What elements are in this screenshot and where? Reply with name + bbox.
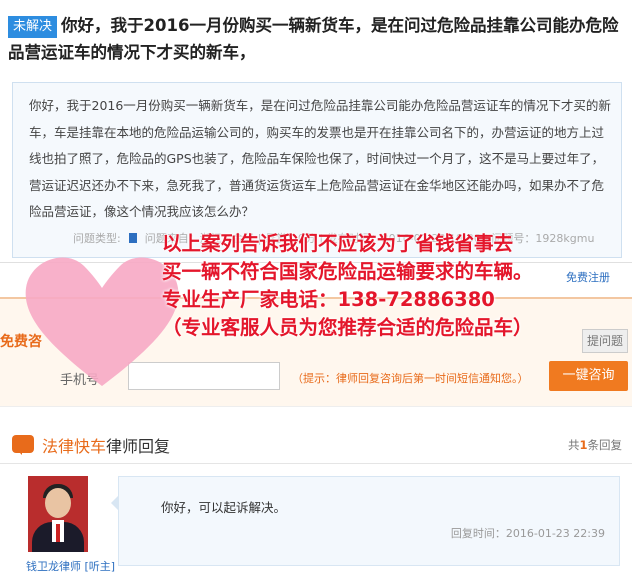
one-click-consult-button[interactable]: 一键咨询 bbox=[549, 361, 628, 391]
avatar-tie bbox=[56, 524, 60, 542]
question-type-icon bbox=[128, 233, 137, 243]
reply-time: 回复时间：2016-01-23 22:39 bbox=[450, 527, 605, 540]
question-type-label: 问题类型: bbox=[73, 232, 121, 245]
chat-bubble-icon bbox=[12, 435, 34, 455]
status-badge: 未解决 bbox=[8, 16, 58, 38]
answers-header: 法律快车律师回复 共1条回复 bbox=[0, 425, 632, 464]
avatar[interactable] bbox=[28, 476, 88, 552]
question-body: 你好，我于2016一月份购买一辆新货车，是在问过危险品挂靠公司能办危险品营运证车… bbox=[29, 98, 611, 219]
answers-count-suffix: 条回复 bbox=[587, 438, 623, 452]
ad-overlay: 以上案列告诉我们不应该为了省钱省事去 买一辆不符合国家危险品运输要求的车辆。 专… bbox=[162, 230, 632, 342]
question-title-text: 你好，我于2016一月份购买一辆新货车，是在问过危险品挂靠公司能办危险品营运证车… bbox=[8, 16, 619, 62]
ad-line-3: 专业生产厂家电话：138-72886380 bbox=[162, 288, 495, 311]
answers-title: 法律快车律师回复 bbox=[42, 433, 170, 457]
phone-tip: （提示：律师回复咨询后第一时间短信通知您。） bbox=[292, 372, 529, 385]
question-title: 未解决 你好，我于2016一月份购买一辆新货车，是在问过危险品挂靠公司能办危险品营… bbox=[8, 12, 628, 66]
answers-count-number: 1 bbox=[579, 438, 588, 452]
reply-box: 你好，可以起诉解决。 回复时间：2016-01-23 22:39 bbox=[111, 476, 620, 566]
ad-line-1: 以上案列告诉我们不应该为了省钱省事去 bbox=[162, 232, 514, 255]
heart-icon bbox=[25, 257, 179, 386]
answers-count-prefix: 共 bbox=[567, 438, 580, 452]
ad-line-2: 买一辆不符合国家危险品运输要求的车辆。 bbox=[162, 260, 533, 283]
answers-count: 共1条回复 bbox=[568, 437, 622, 453]
lawyer-name[interactable]: 钱卫龙律师 [听主] bbox=[26, 558, 115, 574]
reply-text: 你好，可以起诉解决。 bbox=[161, 500, 287, 515]
ad-line-4: （专业客服人员为您推荐合适的危险品车） bbox=[162, 316, 533, 339]
avatar-face bbox=[45, 488, 71, 518]
answers-title-rest: 律师回复 bbox=[106, 437, 171, 456]
answers-title-brand: 法律快车 bbox=[42, 437, 107, 456]
